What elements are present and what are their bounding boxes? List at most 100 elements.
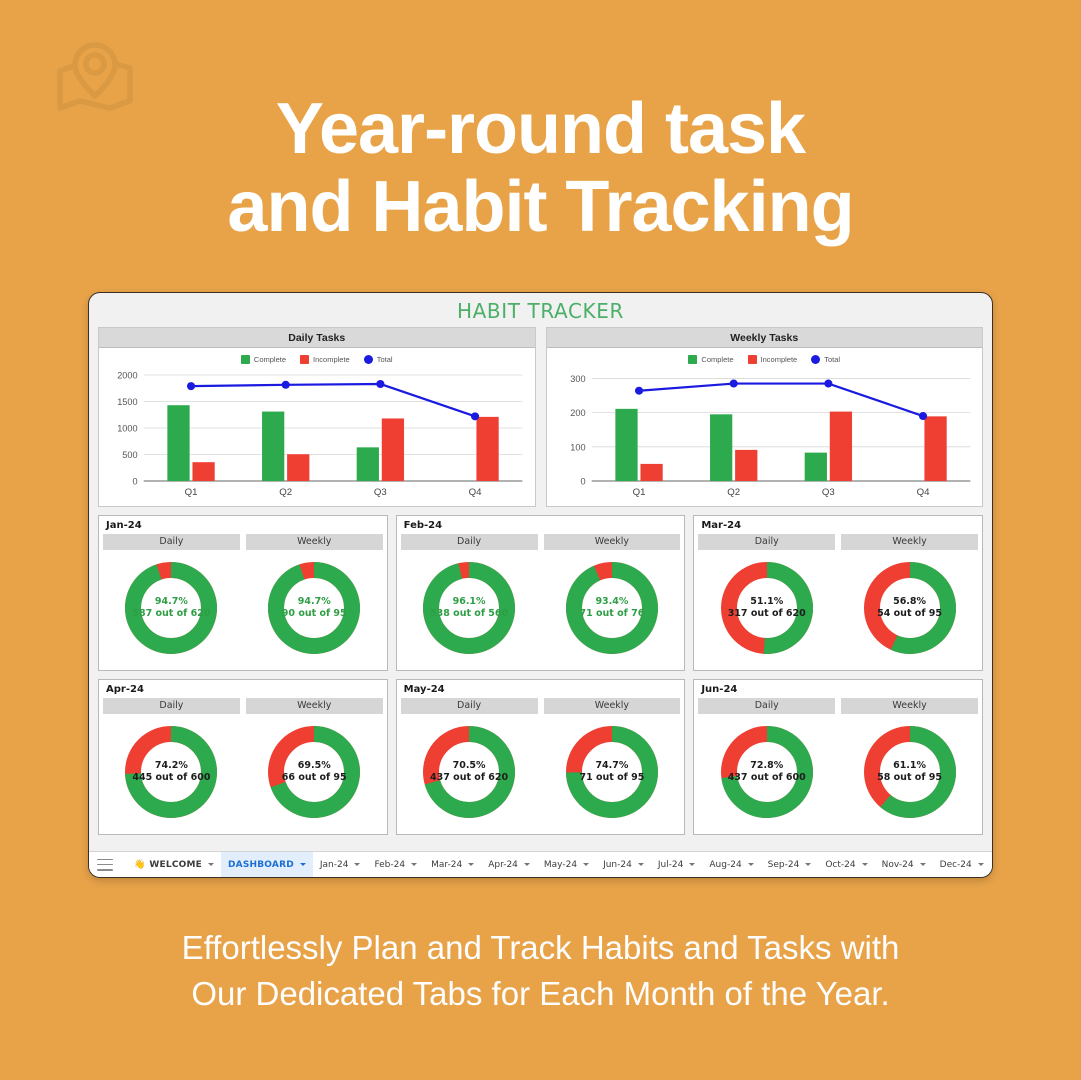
chevron-down-icon[interactable] — [583, 863, 590, 866]
sheet-tab-dashboard[interactable]: DASHBOARD — [220, 851, 313, 877]
headline-line-2: and Habit Tracking — [227, 167, 854, 247]
chevron-down-icon[interactable] — [919, 863, 926, 866]
chevron-down-icon[interactable] — [977, 863, 984, 866]
chart-legend-daily: Complete Incomplete Total — [99, 351, 535, 367]
svg-text:Q1: Q1 — [185, 487, 198, 498]
chart-title-weekly: Weekly Tasks — [546, 328, 982, 348]
sheet-tab-mar-24[interactable]: Mar-24 — [424, 852, 481, 878]
donut-wrap: 94.7% 90 out of 95 — [245, 550, 383, 666]
month-grid: Jan-24 Daily 94.7% 587 out of 620 Weekly 94.7… — [89, 507, 992, 835]
chevron-down-icon[interactable] — [747, 863, 754, 866]
sheet-tab-apr-24[interactable]: Apr-24 — [481, 852, 537, 878]
donut-panel: Daily 72.8% 437 out of 600 — [698, 698, 836, 830]
chevron-down-icon[interactable] — [299, 863, 306, 866]
chevron-down-icon[interactable] — [523, 863, 530, 866]
sheet-tab-jan-24[interactable]: Jan-24 — [313, 852, 368, 878]
legend-item-complete: Complete — [688, 354, 734, 364]
month-card: Mar-24 Daily 51.1% 317 out of 620 Weekly 56.8… — [693, 515, 983, 671]
sheet-tab-jun-24[interactable]: Jun-24 — [596, 852, 651, 878]
donut-panel: Weekly 74.7% 71 out of 95 — [543, 698, 681, 830]
donut-panel-header: Daily — [698, 534, 836, 550]
chevron-down-icon[interactable] — [637, 863, 644, 866]
donut-wrap: 96.1% 538 out of 560 — [400, 550, 538, 666]
legend-item-complete: Complete — [240, 354, 287, 364]
sheet-tab-dec-24[interactable]: Dec-24 — [933, 852, 991, 878]
donut-chart: 93.4% 71 out of 76 — [560, 556, 664, 660]
page-title: Year-round task and Habit Tracking — [0, 90, 1081, 246]
hamburger-icon[interactable] — [97, 858, 113, 871]
chevron-down-icon[interactable] — [468, 863, 475, 866]
donut-panel-header: Weekly — [245, 534, 383, 550]
donut-panel: Daily 70.5% 437 out of 620 — [400, 698, 538, 830]
sheet-tab-may-24[interactable]: May-24 — [537, 852, 596, 878]
donut-panel-header: Weekly — [841, 534, 978, 550]
legend-label-incomplete: Incomplete — [313, 354, 350, 364]
donut-wrap: 93.4% 71 out of 76 — [543, 550, 681, 666]
donut-panel-header: Daily — [400, 698, 538, 714]
svg-text:0: 0 — [133, 477, 138, 487]
sheet-tab-label: Jun-24 — [603, 859, 632, 870]
sheet-tab-label: DASHBOARD — [227, 859, 294, 870]
donut-panel: Weekly 69.5% 66 out of 95 — [245, 698, 383, 830]
chevron-down-icon[interactable] — [207, 863, 214, 866]
chart-plot-daily: 0 500 1000 1500 2000 Q1 Q2 Q3 Q4 — [103, 369, 531, 501]
subtitle-line-2: Our Dedicated Tabs for Each Month of the… — [191, 975, 890, 1012]
legend-item-total: Total — [363, 354, 393, 364]
sheet-tab-feb-24[interactable]: Feb-24 — [367, 852, 424, 878]
sheet-tab-welcome[interactable]: 👋 WELCOME — [127, 852, 221, 878]
svg-text:100: 100 — [570, 442, 585, 452]
sheet-tab-label: Apr-24 — [488, 859, 518, 870]
donut-wrap: 74.2% 445 out of 600 — [103, 714, 240, 830]
donut-panel: Weekly 94.7% 90 out of 95 — [245, 534, 383, 666]
donut-panel-header: Daily — [400, 534, 538, 550]
month-label: Apr-24 — [106, 684, 144, 695]
promo-page: Year-round task and Habit Tracking HABIT… — [0, 0, 1081, 1080]
donut-panel-header: Daily — [698, 698, 836, 714]
legend-label-complete: Complete — [701, 354, 734, 364]
headline-line-1: Year-round task — [275, 89, 806, 169]
svg-text:1500: 1500 — [117, 397, 137, 407]
month-body: Daily 96.1% 538 out of 560 Weekly 93.4% 71 ou… — [400, 534, 681, 666]
sheet-tab-label: Dec-24 — [939, 859, 972, 870]
legend-swatch-complete — [240, 354, 250, 364]
chevron-down-icon[interactable] — [689, 863, 696, 866]
donut-panel: Weekly 61.1% 58 out of 95 — [841, 698, 978, 830]
sheet-tab-aug-24[interactable]: Aug-24 — [702, 852, 760, 878]
chevron-down-icon[interactable] — [411, 863, 418, 866]
sheet-tab-nov-24[interactable]: Nov-24 — [875, 852, 933, 878]
sheet-tab-jul-24[interactable]: Jul-24 — [651, 852, 703, 878]
month-label: Mar-24 — [701, 520, 742, 531]
donut-chart: 94.7% 587 out of 620 — [119, 556, 223, 660]
legend-label-total: Total — [376, 354, 393, 364]
donut-panel-header: Daily — [103, 534, 240, 550]
legend-label-complete: Complete — [253, 354, 287, 364]
month-body: Daily 74.2% 445 out of 600 Weekly 69.5% 66 ou… — [103, 698, 383, 830]
donut-chart: 51.1% 317 out of 620 — [715, 556, 819, 660]
sheet-tab-sep-24[interactable]: Sep-24 — [761, 852, 819, 878]
chevron-down-icon[interactable] — [861, 863, 868, 866]
chevron-down-icon[interactable] — [805, 863, 812, 866]
sheet-tab-label: Jul-24 — [657, 859, 684, 870]
donut-chart: 56.8% 54 out of 95 — [858, 556, 962, 660]
month-label: Feb-24 — [403, 520, 443, 531]
svg-text:Q3: Q3 — [821, 487, 834, 498]
month-card: Jan-24 Daily 94.7% 587 out of 620 Weekly 94.7… — [98, 515, 388, 671]
chevron-down-icon[interactable] — [354, 863, 361, 866]
sheet-tab-label: May-24 — [543, 859, 578, 870]
legend-label-incomplete: Incomplete — [760, 354, 798, 364]
page-subtitle: Effortlessly Plan and Track Habits and T… — [0, 925, 1081, 1017]
svg-text:200: 200 — [570, 408, 585, 418]
donut-wrap: 56.8% 54 out of 95 — [841, 550, 978, 666]
svg-text:300: 300 — [570, 374, 585, 384]
legend-label-total: Total — [824, 354, 841, 364]
sheet-tab-oct-24[interactable]: Oct-24 — [818, 852, 874, 878]
app-window: HABIT TRACKER Daily Tasks Complete Incom… — [88, 292, 993, 878]
svg-text:Q4: Q4 — [469, 487, 483, 498]
month-label: Jun-24 — [701, 684, 738, 695]
svg-text:2000: 2000 — [117, 371, 137, 381]
legend-swatch-incomplete — [747, 354, 757, 364]
donut-panel: Daily 96.1% 538 out of 560 — [400, 534, 538, 666]
month-body: Daily 72.8% 437 out of 600 Weekly 61.1% 58 ou… — [698, 698, 978, 830]
donut-chart: 70.5% 437 out of 620 — [417, 720, 521, 824]
sheet-tab-label: WELCOME — [149, 859, 202, 870]
